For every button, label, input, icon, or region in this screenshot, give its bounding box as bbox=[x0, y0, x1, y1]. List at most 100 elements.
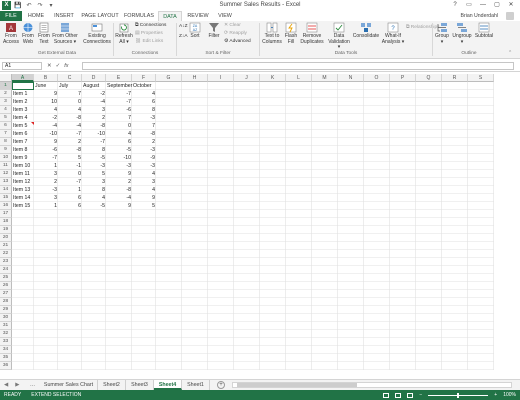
row-header[interactable]: 34 bbox=[0, 346, 12, 354]
row-header[interactable]: 36 bbox=[0, 362, 12, 370]
cell[interactable]: -7 bbox=[106, 98, 132, 106]
cell[interactable]: 3 bbox=[82, 178, 106, 186]
tab-view[interactable]: VIEW bbox=[214, 11, 236, 21]
cell[interactable]: -3 bbox=[106, 162, 132, 170]
group-button[interactable]: Group ▾ bbox=[434, 22, 450, 45]
cell[interactable]: Item 12 bbox=[12, 178, 34, 186]
cancel-icon[interactable]: ✕ bbox=[47, 62, 52, 70]
column-header[interactable]: B bbox=[34, 74, 58, 82]
cell[interactable]: -1 bbox=[58, 162, 82, 170]
cell[interactable]: -5 bbox=[82, 202, 106, 210]
cell[interactable]: -5 bbox=[106, 146, 132, 154]
cell[interactable]: Item 3 bbox=[12, 106, 34, 114]
cell[interactable]: October bbox=[132, 82, 156, 90]
column-header[interactable]: F bbox=[132, 74, 156, 82]
cell[interactable]: 2 bbox=[34, 178, 58, 186]
row-header[interactable]: 25 bbox=[0, 274, 12, 282]
cell[interactable]: 0 bbox=[58, 98, 82, 106]
cell[interactable]: -10 bbox=[106, 154, 132, 162]
cell[interactable]: -2 bbox=[34, 114, 58, 122]
cell[interactable]: 7 bbox=[58, 90, 82, 98]
cell[interactable]: 6 bbox=[106, 138, 132, 146]
from-web-button[interactable]: From Web bbox=[20, 22, 36, 45]
cell[interactable]: 3 bbox=[132, 178, 156, 186]
cell[interactable]: 1 bbox=[58, 186, 82, 194]
cell[interactable]: Item 10 bbox=[12, 162, 34, 170]
cell[interactable]: 5 bbox=[132, 202, 156, 210]
cell[interactable]: -10 bbox=[34, 130, 58, 138]
cell[interactable]: 2 bbox=[58, 138, 82, 146]
cell[interactable]: August bbox=[82, 82, 106, 90]
cell[interactable]: -4 bbox=[82, 98, 106, 106]
row-header[interactable]: 27 bbox=[0, 290, 12, 298]
row-header[interactable]: 3 bbox=[0, 98, 12, 106]
column-header[interactable]: E bbox=[106, 74, 132, 82]
cell[interactable]: 2 bbox=[106, 178, 132, 186]
cell[interactable]: 8 bbox=[132, 106, 156, 114]
avatar[interactable] bbox=[506, 12, 514, 20]
row-header[interactable]: 22 bbox=[0, 250, 12, 258]
cell[interactable] bbox=[12, 82, 34, 90]
select-all-corner[interactable] bbox=[0, 74, 12, 82]
more-sheets-icon[interactable]: ... bbox=[30, 381, 35, 390]
connections-button[interactable]: ⧉ Connections bbox=[135, 23, 166, 29]
cell[interactable]: 6 bbox=[132, 98, 156, 106]
sort-ascending-button[interactable]: A↓Z bbox=[179, 24, 188, 30]
cell[interactable]: July bbox=[58, 82, 82, 90]
column-header[interactable]: N bbox=[338, 74, 364, 82]
cell[interactable]: -7 bbox=[58, 130, 82, 138]
cell[interactable]: Item 2 bbox=[12, 98, 34, 106]
cell[interactable]: June bbox=[34, 82, 58, 90]
cell[interactable]: 9 bbox=[106, 170, 132, 178]
worksheet-grid[interactable]: A B C D E F G H I J K L M N O P Q R S 1 2 3 4 5 6 7 8 9 10 11 12 13 14 15… bbox=[0, 74, 520, 379]
scrollbar-thumb[interactable] bbox=[237, 383, 357, 387]
cell[interactable]: Item 1 bbox=[12, 90, 34, 98]
collapse-ribbon-icon[interactable]: ⌃ bbox=[508, 51, 512, 57]
tab-insert[interactable]: INSERT bbox=[50, 11, 78, 21]
sort-descending-button[interactable]: Z↓A bbox=[179, 34, 188, 40]
ungroup-button[interactable]: Ungroup ▾ bbox=[452, 22, 472, 45]
sort-button[interactable]: ZA AZ Sort bbox=[188, 22, 202, 40]
cell[interactable]: 10 bbox=[34, 98, 58, 106]
row-header[interactable]: 29 bbox=[0, 306, 12, 314]
row-header[interactable]: 28 bbox=[0, 298, 12, 306]
cell[interactable]: -4 bbox=[34, 122, 58, 130]
cell[interactable]: 3 bbox=[34, 194, 58, 202]
row-header[interactable]: 14 bbox=[0, 186, 12, 194]
sheet-tab[interactable]: Sheet1 bbox=[182, 380, 210, 390]
cell[interactable]: Item 11 bbox=[12, 170, 34, 178]
row-header[interactable]: 15 bbox=[0, 194, 12, 202]
row-header[interactable]: 20 bbox=[0, 234, 12, 242]
cell[interactable]: 4 bbox=[34, 106, 58, 114]
row-header[interactable]: 1 bbox=[0, 82, 12, 90]
cell[interactable]: 6 bbox=[58, 194, 82, 202]
row-header[interactable]: 32 bbox=[0, 330, 12, 338]
comment-indicator-icon[interactable] bbox=[31, 122, 34, 125]
cell[interactable]: Item 9 bbox=[12, 154, 34, 162]
row-header[interactable]: 5 bbox=[0, 114, 12, 122]
zoom-slider[interactable] bbox=[428, 392, 489, 398]
help-button[interactable]: ? bbox=[448, 0, 462, 10]
cell[interactable]: 6 bbox=[58, 202, 82, 210]
tab-review[interactable]: REVIEW bbox=[184, 11, 212, 21]
normal-view-icon[interactable] bbox=[383, 392, 390, 398]
clear-filter-button[interactable]: ✕ Clear bbox=[224, 23, 241, 29]
name-box[interactable]: A1 bbox=[2, 62, 42, 70]
row-header[interactable]: 33 bbox=[0, 338, 12, 346]
insert-function-icon[interactable]: fx bbox=[64, 62, 68, 70]
cell[interactable]: -8 bbox=[106, 186, 132, 194]
cell[interactable]: -6 bbox=[106, 106, 132, 114]
formula-input[interactable] bbox=[82, 62, 514, 70]
row-header[interactable]: 6 bbox=[0, 122, 12, 130]
cell[interactable]: 0 bbox=[58, 170, 82, 178]
cell[interactable]: 4 bbox=[132, 90, 156, 98]
tab-home[interactable]: HOME bbox=[24, 11, 48, 21]
from-access-button[interactable]: A From Access bbox=[2, 22, 20, 45]
page-layout-view-icon[interactable] bbox=[395, 392, 402, 398]
what-if-analysis-button[interactable]: ? What-If Analysis ▾ bbox=[381, 22, 405, 45]
cell[interactable]: Item 4 bbox=[12, 114, 34, 122]
next-sheet-icon[interactable]: ▶ bbox=[15, 381, 19, 390]
row-header[interactable]: 26 bbox=[0, 282, 12, 290]
cell[interactable]: -7 bbox=[82, 138, 106, 146]
cell[interactable]: 1 bbox=[34, 162, 58, 170]
